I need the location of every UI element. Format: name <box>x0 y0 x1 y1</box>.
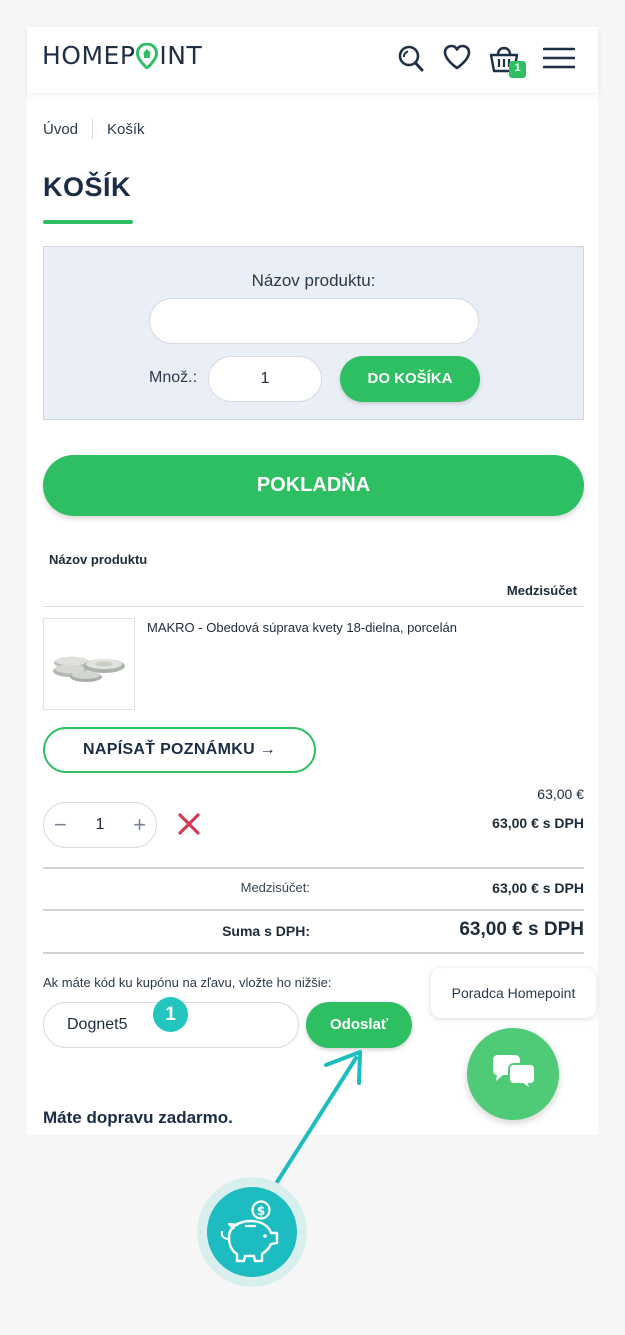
annotation-arrow <box>270 1050 362 1192</box>
svg-text:$: $ <box>257 1204 265 1218</box>
piggy-bank-icon: $ <box>207 1187 297 1277</box>
